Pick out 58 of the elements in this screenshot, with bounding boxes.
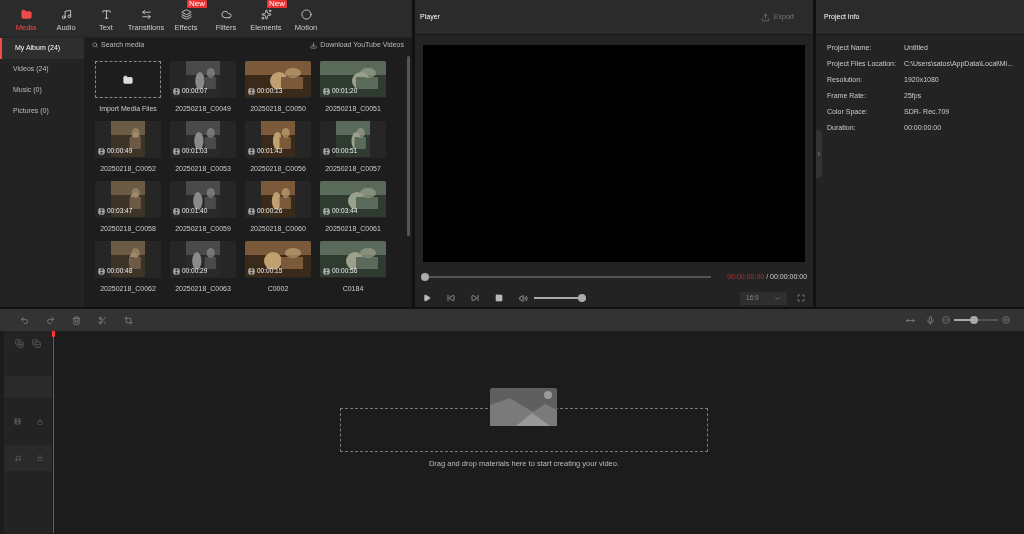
search-icon xyxy=(92,42,98,48)
film-icon xyxy=(248,267,255,275)
music-note-icon xyxy=(60,9,72,20)
music-note-icon xyxy=(14,454,21,462)
next-icon[interactable] xyxy=(471,294,479,302)
film-icon xyxy=(173,267,180,275)
film-icon xyxy=(98,207,105,215)
circle-icon xyxy=(300,9,312,20)
zoom-in-icon[interactable] xyxy=(1002,316,1010,324)
folder-icon xyxy=(123,74,133,85)
film-icon xyxy=(323,207,330,215)
film-icon xyxy=(248,147,255,155)
delete-icon[interactable] xyxy=(72,315,81,325)
redo-icon[interactable] xyxy=(46,315,55,325)
scissors-icon[interactable] xyxy=(98,315,107,325)
image-placeholder-icon xyxy=(490,388,557,426)
undo-icon[interactable] xyxy=(20,315,29,325)
film-icon xyxy=(98,267,105,275)
new-badge: New xyxy=(187,0,207,8)
playhead[interactable] xyxy=(52,331,55,533)
slider-thumb[interactable] xyxy=(970,316,979,324)
lock-icon[interactable] xyxy=(37,455,43,461)
remove-track-icon[interactable] xyxy=(32,339,41,348)
slider-thumb[interactable] xyxy=(421,273,429,282)
lock-icon[interactable] xyxy=(37,418,43,425)
slider-thumb[interactable] xyxy=(578,294,586,302)
scrollbar[interactable] xyxy=(407,56,410,236)
microphone-icon[interactable] xyxy=(926,315,935,325)
volume-icon[interactable] xyxy=(519,293,528,303)
film-icon xyxy=(323,267,330,275)
play-icon[interactable] xyxy=(423,294,431,302)
fullscreen-icon[interactable] xyxy=(797,294,806,302)
download-icon xyxy=(310,41,318,49)
film-icon xyxy=(248,207,255,215)
layers-icon xyxy=(180,9,192,20)
film-icon xyxy=(323,147,330,155)
film-icon xyxy=(173,87,180,95)
film-icon xyxy=(98,147,105,155)
film-icon xyxy=(14,418,21,425)
previous-icon[interactable] xyxy=(447,294,455,302)
swap-arrows-icon xyxy=(140,9,152,20)
text-icon xyxy=(100,9,112,20)
stop-icon[interactable] xyxy=(495,294,503,302)
film-icon xyxy=(248,87,255,95)
new-badge: New xyxy=(267,0,287,8)
folder-icon xyxy=(20,9,32,20)
film-icon xyxy=(323,87,330,95)
upload-icon xyxy=(760,12,770,22)
crop-icon[interactable] xyxy=(124,315,133,325)
caret-icon xyxy=(774,294,782,302)
add-track-icon[interactable] xyxy=(15,339,24,348)
sparkle-icon xyxy=(260,9,272,20)
zoom-out-icon[interactable] xyxy=(942,316,950,324)
cloud-icon xyxy=(220,9,232,20)
film-icon xyxy=(173,207,180,215)
import-tile[interactable] xyxy=(95,61,161,98)
collapse-handle[interactable] xyxy=(816,130,823,178)
film-icon xyxy=(173,147,180,155)
